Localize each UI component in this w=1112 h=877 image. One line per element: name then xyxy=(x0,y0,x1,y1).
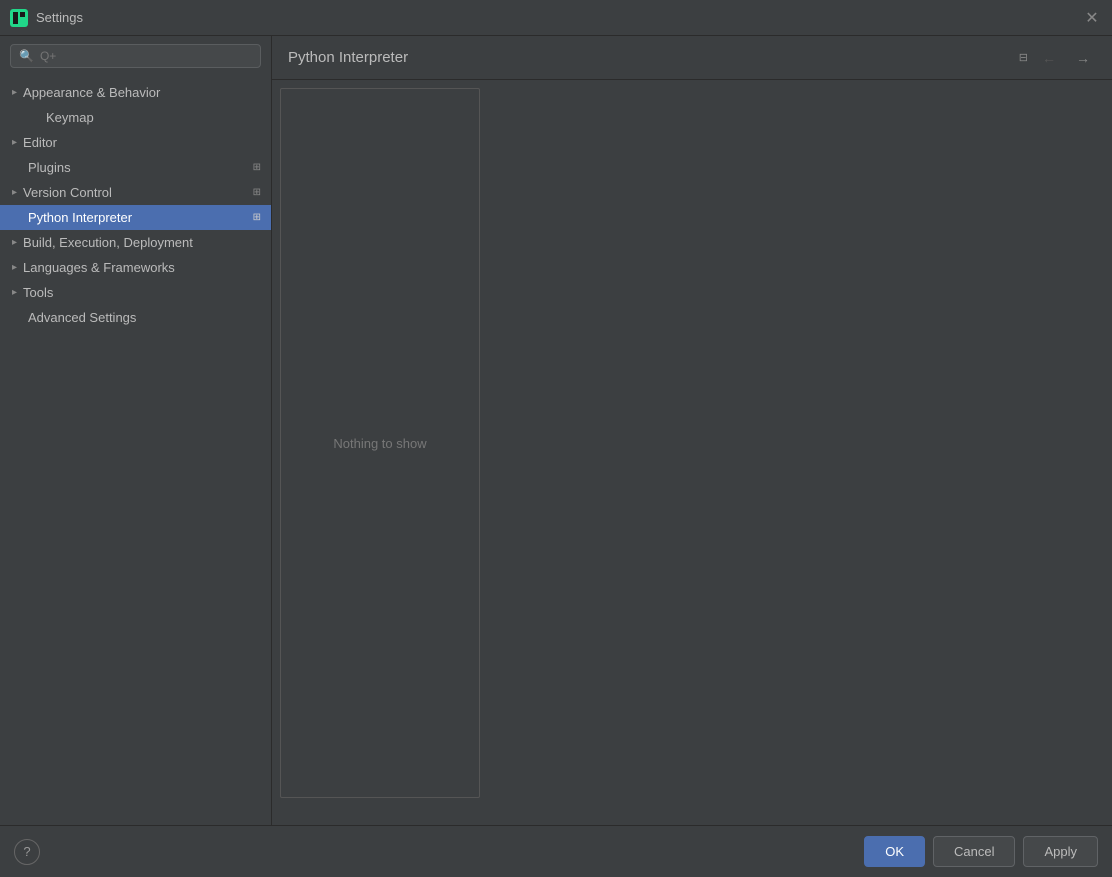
sidebar-item-label: Plugins xyxy=(28,160,71,175)
search-input[interactable] xyxy=(40,49,252,63)
sidebar-item-label: Tools xyxy=(23,285,53,300)
close-button[interactable]: ✕ xyxy=(1082,8,1102,28)
sidebar-item-editor[interactable]: ▸ Editor xyxy=(0,130,271,155)
chevron-icon: ▸ xyxy=(12,237,17,248)
sidebar-item-label: Advanced Settings xyxy=(28,310,136,325)
nav-back-button[interactable]: ← xyxy=(1036,45,1062,71)
chevron-icon: ▸ xyxy=(12,187,17,198)
item-badge: ⊞ xyxy=(253,212,261,223)
main-layout: 🔍 ▸ Appearance & Behavior Keymap ▸ Editor Plu… xyxy=(0,36,1112,825)
sidebar-item-python-interpreter[interactable]: Python Interpreter ⊞ xyxy=(0,205,271,230)
sidebar-item-languages-frameworks[interactable]: ▸ Languages & Frameworks xyxy=(0,255,271,280)
ok-button[interactable]: OK xyxy=(864,836,925,867)
sidebar-item-label: Languages & Frameworks xyxy=(23,260,175,275)
title-bar-left: Settings xyxy=(10,9,83,27)
sidebar-item-label: Python Interpreter xyxy=(28,210,132,225)
help-button[interactable]: ? xyxy=(14,839,40,865)
sidebar-item-plugins[interactable]: Plugins ⊞ xyxy=(0,155,271,180)
content-header: Python Interpreter ⊟ ← → xyxy=(272,36,1112,80)
window-title: Settings xyxy=(36,10,83,25)
apply-button[interactable]: Apply xyxy=(1023,836,1098,867)
chevron-icon: ▸ xyxy=(12,137,17,148)
chevron-icon: ▸ xyxy=(12,87,17,98)
sidebar-item-label: Keymap xyxy=(46,110,94,125)
content-area: Python Interpreter ⊟ ← → Nothing to show xyxy=(272,36,1112,825)
search-box[interactable]: 🔍 xyxy=(10,44,261,68)
title-bar: Settings ✕ xyxy=(0,0,1112,36)
chevron-icon: ▸ xyxy=(12,262,17,273)
item-badge: ⊞ xyxy=(253,187,261,198)
content-body: Nothing to show xyxy=(272,80,1112,825)
sidebar-item-tools[interactable]: ▸ Tools xyxy=(0,280,271,305)
search-icon: 🔍 xyxy=(19,49,34,63)
sidebar-item-label: Editor xyxy=(23,135,57,150)
sidebar-item-keymap[interactable]: Keymap xyxy=(0,105,271,130)
sidebar-item-label: Version Control xyxy=(23,185,112,200)
nothing-to-show-label: Nothing to show xyxy=(333,436,426,451)
sidebar-item-label: Build, Execution, Deployment xyxy=(23,235,193,250)
interpreter-panel: Nothing to show xyxy=(280,88,480,798)
app-icon xyxy=(10,9,28,27)
nav-forward-button[interactable]: → xyxy=(1070,45,1096,71)
sidebar: 🔍 ▸ Appearance & Behavior Keymap ▸ Editor Plu… xyxy=(0,36,272,825)
item-badge: ⊞ xyxy=(253,162,261,173)
sidebar-item-build-execution-deployment[interactable]: ▸ Build, Execution, Deployment xyxy=(0,230,271,255)
content-title: Python Interpreter xyxy=(288,49,1011,66)
sidebar-items: ▸ Appearance & Behavior Keymap ▸ Editor Plugi… xyxy=(0,76,271,825)
bottom-buttons: OK Cancel Apply xyxy=(864,836,1098,867)
sidebar-item-appearance-behavior[interactable]: ▸ Appearance & Behavior xyxy=(0,80,271,105)
cancel-button[interactable]: Cancel xyxy=(933,836,1015,867)
sidebar-item-label: Appearance & Behavior xyxy=(23,85,160,100)
sidebar-item-version-control[interactable]: ▸ Version Control ⊞ xyxy=(0,180,271,205)
chevron-icon: ▸ xyxy=(12,287,17,298)
bottom-bar: ? OK Cancel Apply xyxy=(0,825,1112,877)
header-badge-icon: ⊟ xyxy=(1019,51,1028,64)
sidebar-item-advanced-settings[interactable]: Advanced Settings xyxy=(0,305,271,330)
